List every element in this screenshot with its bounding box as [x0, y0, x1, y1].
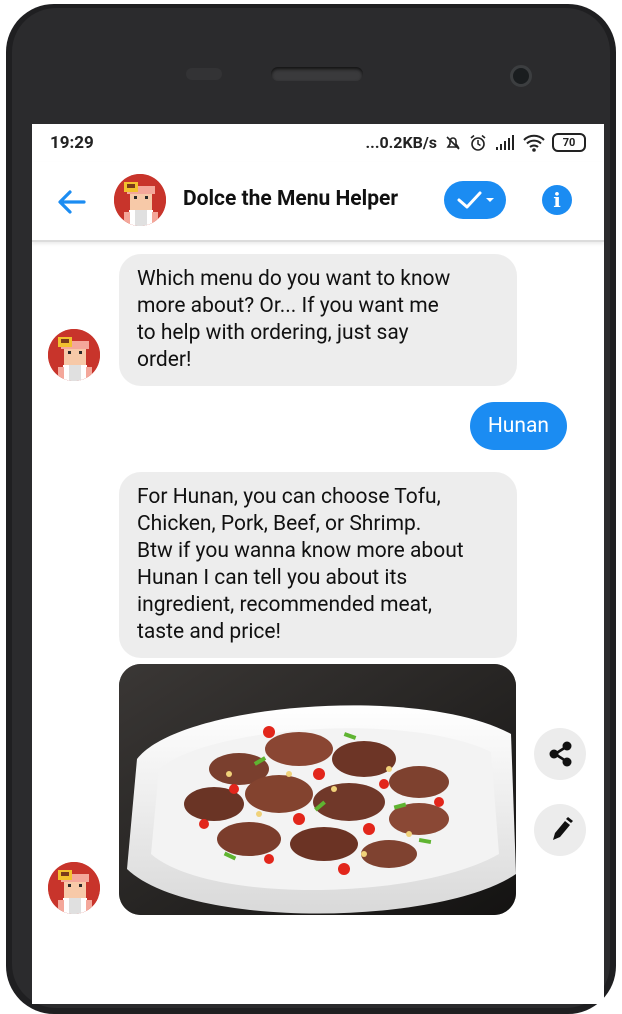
message-line: order!	[137, 348, 192, 372]
network-speed: ...0.2KB/s	[365, 133, 437, 152]
status-bar: 19:29 ...0.2KB/s 70	[32, 124, 604, 162]
checkmark-dropdown-icon	[457, 191, 494, 209]
bot-message-bubble: Which menu do you want to know more abou…	[119, 254, 517, 386]
share-button[interactable]	[534, 728, 586, 780]
share-icon	[549, 741, 572, 767]
chef-avatar-icon	[48, 862, 100, 914]
message-line: For Hunan, you can choose Tofu,	[137, 485, 441, 509]
message-line: to help with ordering, just say	[137, 321, 409, 345]
proximity-sensor	[186, 68, 222, 80]
alarm-icon	[470, 134, 486, 151]
chef-avatar-icon	[114, 174, 166, 226]
signal-icon	[496, 134, 514, 150]
message-line: Which menu do you want to know	[137, 267, 451, 291]
hunan-dish-photo[interactable]	[119, 664, 516, 915]
user-message-bubble: Hunan	[469, 402, 567, 450]
message-line: ingredient, recommended meat,	[137, 593, 433, 617]
earpiece-speaker	[271, 67, 363, 81]
pencil-icon	[553, 817, 573, 840]
wifi-icon	[523, 134, 545, 152]
info-icon[interactable]: i	[542, 185, 572, 215]
edit-button[interactable]	[534, 804, 586, 856]
status-icons: ...0.2KB/s 70	[366, 133, 586, 152]
bot-avatar[interactable]	[114, 174, 166, 226]
message-line: Btw if you wanna know more about	[137, 539, 464, 563]
back-arrow-icon[interactable]	[54, 184, 90, 220]
dish-illustration	[119, 664, 516, 915]
phone-frame: 19:29 ...0.2KB/s 70 Dolce the Menu Helpe…	[0, 0, 622, 1014]
message-line: taste and price!	[137, 620, 281, 644]
battery-icon: 70	[552, 133, 586, 152]
message-line: Hunan I can tell you about its	[137, 566, 408, 590]
front-camera	[510, 65, 532, 87]
chat-title[interactable]: Dolce the Menu Helper	[183, 187, 398, 211]
message-line: more about? Or... If you want me	[137, 294, 439, 318]
chef-avatar-icon	[48, 329, 100, 381]
screen: 19:29 ...0.2KB/s 70 Dolce the Menu Helpe…	[32, 124, 604, 1004]
bot-avatar	[48, 862, 100, 914]
bot-avatar	[48, 329, 100, 381]
chat-header: Dolce the Menu Helper i	[32, 162, 604, 242]
message-line: Chicken, Pork, Beef, or Shrimp.	[137, 512, 422, 536]
check-dropdown-button[interactable]	[444, 181, 506, 219]
status-time: 19:29	[50, 133, 94, 153]
bot-message-bubble: For Hunan, you can choose Tofu, Chicken,…	[119, 472, 517, 658]
notification-off-icon	[446, 135, 460, 150]
